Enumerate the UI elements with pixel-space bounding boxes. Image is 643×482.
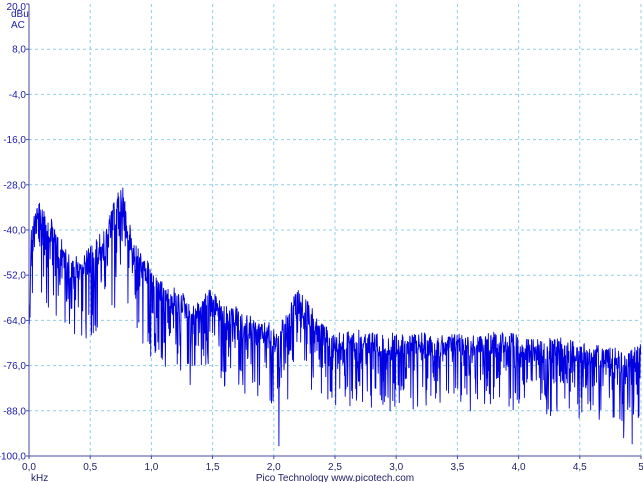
y-tick-label: -4,0 bbox=[9, 90, 27, 101]
x-tick-label: 3,5 bbox=[450, 462, 464, 473]
x-tick-label: 4,5 bbox=[573, 462, 587, 473]
x-tick-label: 0,0 bbox=[22, 462, 36, 473]
x-tick-label: 5 bbox=[638, 462, 643, 473]
y-tick-label: -16,0 bbox=[3, 135, 26, 146]
x-tick-label: 0,5 bbox=[83, 462, 97, 473]
x-tick-label: 3,0 bbox=[389, 462, 403, 473]
y-mode-label: AC bbox=[11, 20, 25, 31]
x-tick-label: 1,5 bbox=[206, 462, 220, 473]
y-tick-label: -76,0 bbox=[3, 361, 26, 372]
y-tick-label: -52,0 bbox=[3, 271, 26, 282]
x-tick-labels: 0,0 0,5 1,0 1,5 2,0 2,5 3,0 3,5 4,0 4,5 5 bbox=[22, 462, 643, 473]
x-tick-label: 2,0 bbox=[267, 462, 281, 473]
y-unit-label: dBu bbox=[11, 9, 29, 20]
footer-credit: Pico Technology www.picotech.com bbox=[256, 473, 414, 482]
x-tick-label: 4,0 bbox=[512, 462, 526, 473]
x-tick-label: 2,5 bbox=[328, 462, 342, 473]
y-tick-label: -88,0 bbox=[3, 406, 26, 417]
y-tick-label: -28,0 bbox=[3, 180, 26, 191]
x-tick-label: 1,0 bbox=[144, 462, 158, 473]
y-tick-label: -40,0 bbox=[3, 226, 26, 237]
y-tick-label: 8,0 bbox=[12, 45, 26, 56]
y-tick-label: -64,0 bbox=[3, 316, 26, 327]
y-tick-labels: 20,08,0-4,0-16,0-28,0-40,0-52,0-64,0-76,… bbox=[0, 2, 26, 463]
x-axis-label: kHz bbox=[31, 473, 48, 482]
spectrum-chart: 20,08,0-4,0-16,0-28,0-40,0-52,0-64,0-76,… bbox=[0, 2, 643, 482]
y-tick-label: -100,0 bbox=[0, 452, 26, 463]
